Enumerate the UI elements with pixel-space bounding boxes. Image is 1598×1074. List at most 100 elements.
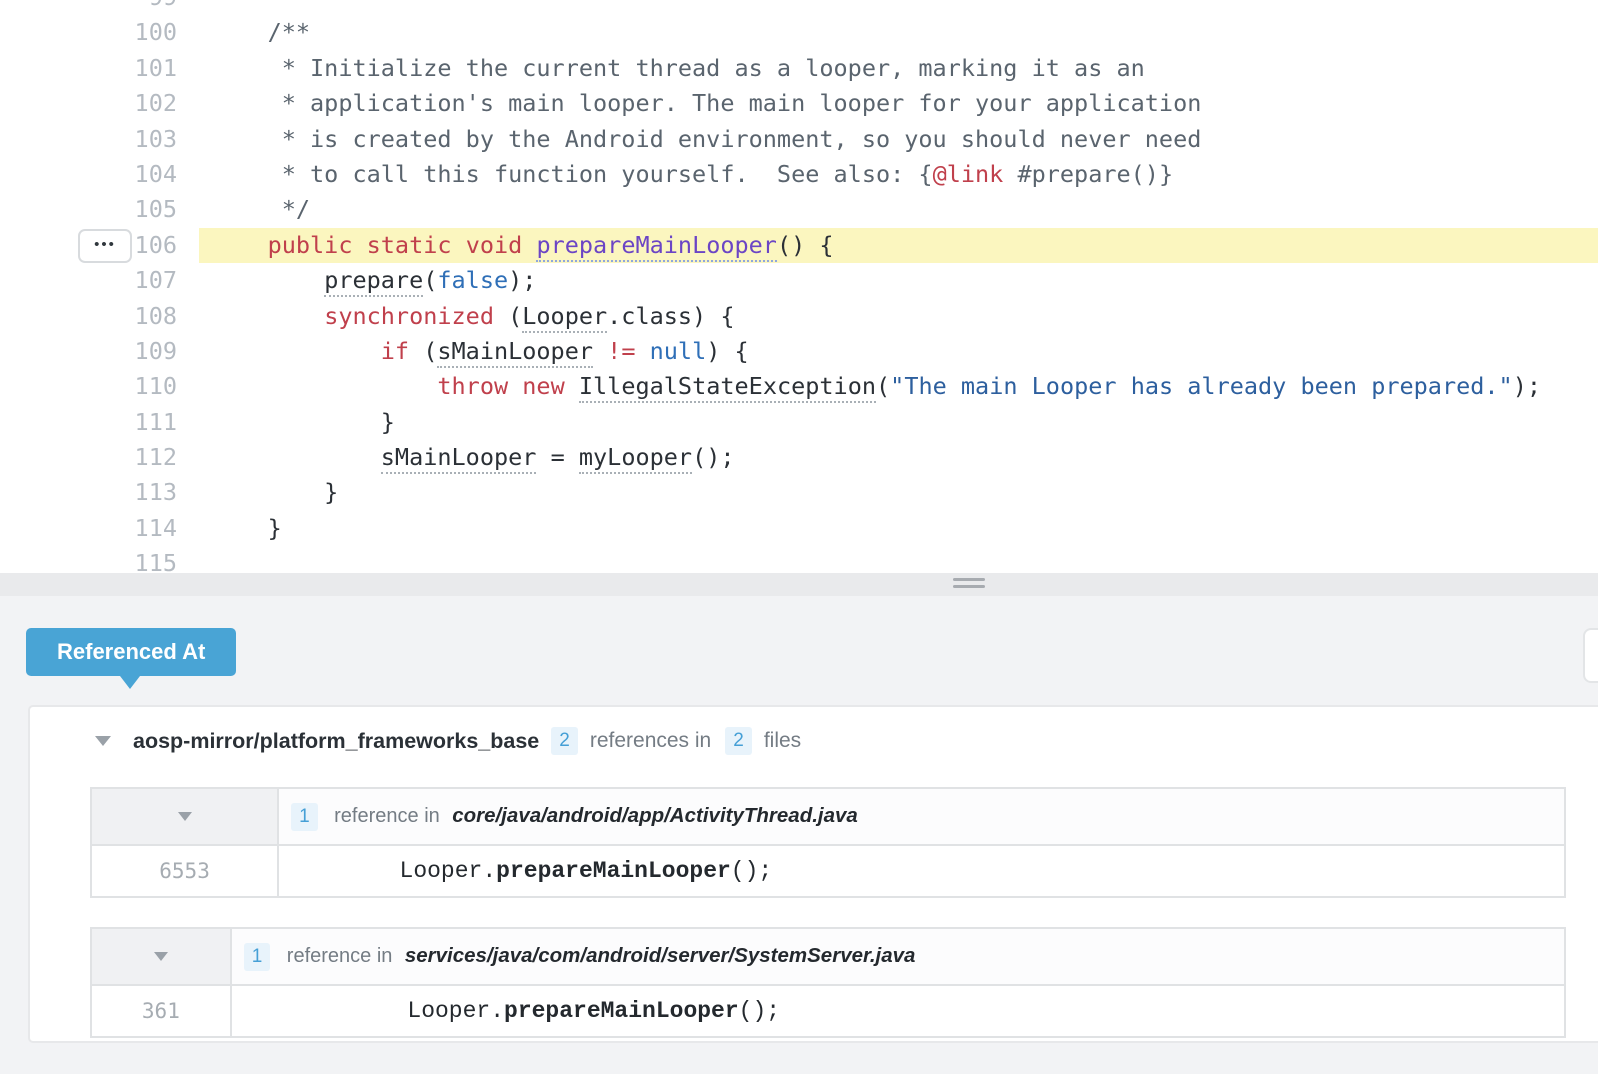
line-number[interactable]: 103 [0, 121, 177, 157]
plain-token: () { [776, 230, 834, 259]
symbol-token[interactable]: prepareMainLooper [536, 230, 777, 262]
reference-in-label: reference in [334, 804, 440, 827]
code-line-content: if (sMainLooper != null) { [199, 334, 1598, 369]
code-line-content: */ [199, 192, 1598, 227]
comment-token: * application's main looper. The main lo… [211, 89, 1202, 118]
symbol-token[interactable]: sMainLooper [380, 443, 537, 475]
collapse-repo-icon[interactable] [95, 736, 111, 746]
collapse-file-button[interactable] [90, 927, 232, 986]
code-lines: 99100 /** 101 * Initialize the current th… [0, 0, 1598, 573]
comment-token: /** [267, 18, 311, 47]
file-path-link[interactable]: services/java/com/android/server/SystemS… [405, 944, 916, 967]
code-line-content: sMainLooper = myLooper(); [199, 440, 1598, 475]
symbol-token[interactable]: Looper [522, 301, 608, 333]
line-number[interactable]: 110 [0, 369, 177, 405]
tab-label: Referenced At [57, 639, 206, 664]
line-number[interactable]: 113 [0, 475, 177, 511]
app-window: 99100 /** 101 * Initialize the current th… [0, 0, 1598, 1074]
line-number[interactable]: 112 [0, 440, 177, 476]
const-token: null [649, 336, 707, 365]
plain-token: ) { [706, 336, 749, 365]
line-number[interactable]: 105 [0, 192, 177, 228]
file-count-badge: 2 [725, 727, 752, 755]
symbol-token[interactable]: sMainLooper [437, 336, 594, 368]
code-line-content: } [199, 475, 1598, 510]
line-number[interactable]: 114 [0, 510, 177, 547]
code-line: 103 * is created by the Android environm… [0, 121, 1598, 157]
keyword-token: new [522, 372, 565, 401]
symbol-token[interactable]: prepare [324, 266, 424, 298]
keyword-token: @link [932, 159, 1004, 188]
symbol-token[interactable]: myLooper [578, 443, 693, 475]
references-card: aosp-mirror/platform_frameworks_base 2 r… [28, 705, 1598, 1043]
code-line-content: * is created by the Android environment,… [199, 122, 1598, 157]
plain-token: } [211, 407, 395, 436]
line-number[interactable]: 111 [0, 404, 177, 441]
keyword-token: public [267, 230, 353, 259]
clipped-edge-button[interactable] [1583, 628, 1598, 683]
code-line-content: public static void prepareMainLooper() { [199, 227, 1598, 264]
line-number[interactable]: 108 [0, 298, 177, 334]
code-line: 113 } [0, 475, 1598, 511]
keyword-token: if [380, 336, 410, 365]
line-number[interactable]: 100 [0, 15, 177, 51]
code-line: 106 public static void prepareMainLooper… [0, 227, 1598, 264]
plain-token: ( [876, 372, 891, 401]
line-number[interactable]: 109 [0, 333, 177, 370]
references-label: references in [589, 729, 712, 752]
code-line-content: } [199, 405, 1598, 440]
keyword-token: != [607, 336, 636, 365]
file-path-link[interactable]: core/java/android/app/ActivityThread.jav… [452, 804, 858, 827]
line-number[interactable]: 115 [0, 546, 177, 573]
code-line: 115 [0, 546, 1598, 573]
tab-referenced-at[interactable]: Referenced At [26, 628, 237, 689]
reference-in-label: reference in [286, 944, 393, 967]
line-number[interactable]: 107 [0, 263, 177, 299]
code-viewer: 99100 /** 101 * Initialize the current th… [0, 0, 1598, 573]
line-number[interactable]: 99 [0, 0, 177, 16]
reference-code-line[interactable]: Looper.prepareMainLooper(); [229, 984, 1567, 1038]
code-line-content: * to call this function yourself. See al… [199, 157, 1598, 192]
file-group-header: 1 reference in core/java/android/app/Act… [277, 787, 1566, 846]
plain-token: ); [508, 266, 537, 295]
line-number[interactable]: 104 [0, 156, 177, 193]
references-panel: Referenced At aosp-mirror/platform_frame… [0, 596, 1598, 1074]
plain-token: ); [1512, 372, 1541, 401]
const-token: false [437, 266, 509, 295]
expand-actions-button[interactable]: ••• [78, 229, 132, 263]
keyword-token: static [366, 230, 452, 259]
code-line-content: synchronized (Looper.class) { [199, 299, 1598, 334]
plain-token: (); [692, 443, 735, 472]
collapse-file-icon [153, 951, 168, 961]
code-line-content [199, 0, 1598, 15]
resize-handle-icon [953, 578, 985, 590]
code-line: 109 if (sMainLooper != null) { [0, 333, 1598, 370]
symbol-token[interactable]: IllegalStateException [578, 372, 877, 404]
collapse-file-icon [177, 811, 192, 821]
line-number[interactable]: 102 [0, 86, 177, 122]
file-reference-group: 1 reference in core/java/android/app/Act… [89, 787, 1566, 898]
reference-code-line[interactable]: Looper.prepareMainLooper(); [277, 844, 1566, 898]
panel-resizer[interactable] [0, 573, 1598, 596]
code-line: 102 * application's main looper. The mai… [0, 86, 1598, 122]
files-label: files [763, 729, 802, 752]
repo-name[interactable]: aosp-mirror/platform_frameworks_base [133, 729, 539, 754]
comment-token: * Initialize the current thread as a loo… [211, 53, 1145, 82]
line-number[interactable]: 101 [0, 50, 177, 87]
plain-token: } [211, 513, 282, 542]
code-line: 104 * to call this function yourself. Se… [0, 156, 1598, 193]
reference-line-number[interactable]: 6553 [89, 844, 280, 898]
collapse-file-button[interactable] [89, 787, 280, 846]
code-line: 112 sMainLooper = myLooper(); [0, 440, 1598, 476]
plain-token: ( [409, 336, 438, 365]
reference-count-badge: 1 [291, 802, 318, 831]
reference-line-number[interactable]: 361 [90, 984, 232, 1038]
